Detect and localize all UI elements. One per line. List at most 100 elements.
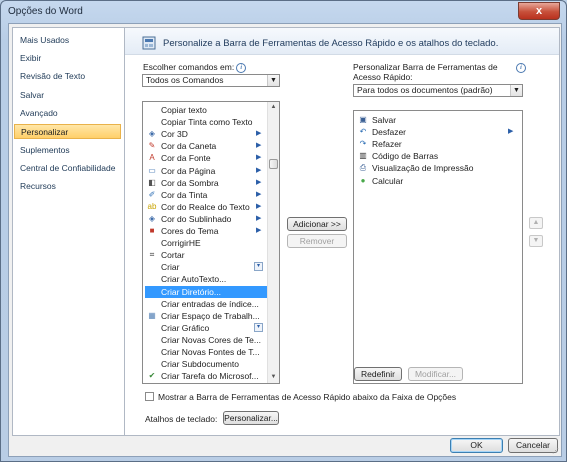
arrow-up-icon: ▲ — [532, 219, 540, 226]
command-item[interactable]: ✎ Cor da Caneta ▶ — [145, 140, 268, 152]
submenu-arrow-icon: ▶ — [256, 142, 262, 150]
nav-item-mais-usados[interactable]: Mais Usados — [14, 33, 121, 48]
command-item[interactable]: ▦ Criar Espaço de Trabalh... — [145, 310, 268, 322]
command-item[interactable]: Criar AutoTexto... — [145, 273, 268, 285]
command-label: Criar entradas de índice... — [161, 298, 259, 309]
command-item[interactable]: Criar Gráfico ▾ — [145, 322, 268, 334]
close-button[interactable]: x — [518, 2, 560, 20]
category-nav: Mais Usados Exibir Revisão de Texto Salv… — [12, 27, 125, 436]
customize-toolbar-label: Personalizar Barra de Ferramentas de Ace… — [353, 62, 498, 82]
move-up-button[interactable]: ▲ — [529, 217, 543, 229]
add-button[interactable]: Adicionar >> — [287, 217, 347, 231]
reset-button[interactable]: Redefinir — [354, 367, 402, 381]
submenu-arrow-icon: ▶ — [256, 154, 262, 162]
command-item[interactable]: ab Cor do Realce do Texto ▶ — [145, 201, 268, 213]
command-label: Cor 3D — [161, 129, 188, 140]
command-item[interactable]: Criar entradas de índice... — [145, 298, 268, 310]
command-item[interactable]: ◈ Cor 3D ▶ — [145, 128, 268, 140]
paint-bucket-icon: ◈ — [148, 129, 156, 139]
toolbar-command-label: Calcular — [372, 175, 404, 186]
toolbar-command-item[interactable]: ● Calcular — [356, 175, 520, 187]
barcode-icon: ▥ — [359, 151, 367, 161]
toolbar-command-label: Refazer — [372, 139, 402, 150]
toolbar-command-item[interactable]: ↷ Refazer — [356, 138, 520, 150]
nav-item-salvar[interactable]: Salvar — [14, 88, 121, 103]
panel-header-text: Personalize a Barra de Ferramentas de Ac… — [163, 38, 499, 49]
ok-button[interactable]: OK — [450, 438, 503, 453]
command-label: Criar Gráfico — [161, 322, 210, 333]
resize-grip-icon[interactable]: ⋰ — [552, 447, 560, 455]
commands-scrollbar[interactable]: ▲ ▼ — [267, 102, 279, 383]
window-title: Opções do Word — [8, 6, 83, 17]
highlight-icon: ab — [147, 201, 157, 211]
dropdown-icon[interactable]: ▾ — [254, 322, 263, 332]
scroll-up-icon[interactable]: ▲ — [268, 102, 279, 113]
page-color-icon: ▭ — [148, 165, 156, 175]
command-label: Criar Diretório... — [161, 286, 221, 297]
command-item[interactable]: ▭ Cor da Página ▶ — [145, 165, 268, 177]
crop-icon: ⌗ — [149, 250, 155, 260]
command-item[interactable]: CorrigirHE — [145, 237, 268, 249]
command-item[interactable]: ■ Cores do Tema ▶ — [145, 225, 268, 237]
nav-item-central[interactable]: Central de Confiabilidade — [14, 161, 121, 176]
task-icon: ✔ — [148, 371, 156, 381]
toolbar-command-item[interactable]: ▣ Salvar — [356, 114, 520, 126]
toolbar-command-item[interactable]: ⎙ Visualização de Impressão — [356, 162, 520, 174]
chevron-down-icon[interactable]: ▼ — [267, 75, 279, 86]
customize-shortcuts-button[interactable]: Personalizar... — [223, 411, 279, 425]
command-item[interactable]: Criar Diretório... — [145, 285, 268, 298]
nav-item-avancado[interactable]: Avançado — [14, 106, 121, 121]
command-label: Cor da Fonte — [161, 153, 211, 164]
customize-toolbar-select[interactable]: Para todos os documentos (padrão) ▼ — [353, 84, 523, 97]
info-icon: i — [236, 62, 247, 73]
chevron-down-icon[interactable]: ▼ — [510, 85, 522, 96]
toolbar-commands-list[interactable]: ▣ Salvar ↶ Desfazer ▶ ↷ Refazer ▥ Código de Barr… — [353, 110, 523, 384]
command-item[interactable]: ◈ Cor do Sublinhado ▶ — [145, 213, 268, 225]
available-commands-list[interactable]: Copiar texto Copiar Tinta como Texto ◈ Cor … — [142, 101, 280, 384]
command-item[interactable]: Criar Novas Cores de Te... — [145, 334, 268, 346]
cancel-button[interactable]: Cancelar — [508, 438, 558, 453]
close-icon: x — [535, 5, 543, 17]
command-item[interactable]: ✔ Criar Tarefa do Microsof... — [145, 370, 268, 382]
command-item[interactable]: Criar ▾ — [145, 261, 268, 273]
command-item[interactable]: Criar Novas Fontes de T... — [145, 346, 268, 358]
submenu-arrow-icon: ▶ — [256, 190, 262, 198]
toolbar-command-label: Desfazer — [372, 127, 407, 138]
command-item[interactable]: ◧ Cor da Sombra ▶ — [145, 177, 268, 189]
nav-item-personalizar[interactable]: Personalizar — [14, 124, 121, 139]
shortcuts-label: Atalhos de teclado: — [145, 414, 218, 424]
command-item[interactable]: ⌗ Cortar — [145, 249, 268, 261]
dropdown-icon[interactable]: ▾ — [254, 262, 263, 272]
info-icon: i — [516, 63, 526, 73]
choose-commands-label: Escolher comandos em: i — [143, 62, 247, 73]
command-item[interactable]: Criar Subdocumento — [145, 358, 268, 370]
title-bar[interactable]: Opções do Word x — [1, 1, 566, 23]
command-item[interactable]: A Cor da Fonte ▶ — [145, 152, 268, 164]
choose-commands-select[interactable]: Todos os Comandos ▼ — [142, 74, 280, 87]
command-item[interactable]: Copiar Tinta como Texto — [145, 116, 268, 128]
remove-button[interactable]: Remover — [287, 234, 347, 248]
calculate-icon: ● — [360, 175, 366, 185]
nav-item-suplementos[interactable]: Suplementos — [14, 143, 121, 158]
submenu-arrow-icon: ▶ — [256, 178, 262, 186]
command-label: Cor da Sombra — [161, 177, 219, 188]
scroll-thumb[interactable] — [269, 159, 278, 169]
show-below-ribbon-checkbox[interactable] — [145, 392, 154, 401]
print-preview-icon: ⎙ — [359, 163, 367, 173]
command-label: Cortar — [161, 250, 185, 261]
command-label: Criar — [161, 262, 180, 273]
modify-button[interactable]: Modificar... — [408, 367, 463, 381]
toolbar-command-label: Salvar — [372, 115, 397, 125]
dialog-client: Mais Usados Exibir Revisão de Texto Salv… — [8, 23, 562, 457]
nav-item-exibir[interactable]: Exibir — [14, 51, 121, 66]
nav-item-recursos[interactable]: Recursos — [14, 179, 121, 194]
command-item[interactable]: Copiar texto — [145, 104, 268, 116]
move-down-button[interactable]: ▼ — [529, 235, 543, 247]
toolbar-command-item[interactable]: ▥ Código de Barras — [356, 150, 520, 162]
submenu-arrow-icon: ▶ — [256, 166, 262, 174]
scroll-down-icon[interactable]: ▼ — [268, 372, 279, 383]
quick-access-toolbar-icon — [142, 36, 156, 50]
command-item[interactable]: ✐ Cor da Tinta ▶ — [145, 189, 268, 201]
nav-item-revisao[interactable]: Revisão de Texto — [14, 69, 121, 84]
toolbar-command-item[interactable]: ↶ Desfazer ▶ — [356, 126, 520, 138]
